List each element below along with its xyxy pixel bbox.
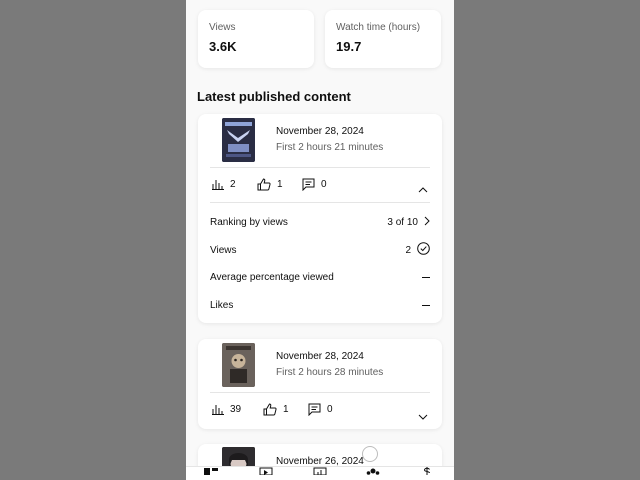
bottom-nav — [186, 466, 454, 480]
ranking-value: 3 of 10 — [387, 216, 418, 228]
views-stat-card[interactable]: Views 3.6K — [198, 10, 314, 68]
chevron-down-icon[interactable] — [418, 407, 428, 425]
divider — [210, 202, 430, 203]
content-icon[interactable] — [259, 462, 273, 480]
views-row-label: Views — [210, 244, 237, 256]
watch-time-stat-value: 19.7 — [336, 39, 362, 54]
check-circle-icon — [417, 242, 430, 258]
views-row-value: 2 — [405, 244, 411, 256]
content-card[interactable]: November 28, 2024 First 2 hours 21 minut… — [198, 114, 442, 323]
ranking-row[interactable]: Ranking by views 3 of 10 — [210, 215, 430, 229]
views-stat-value: 3.6K — [209, 39, 237, 54]
chevron-right-icon — [424, 216, 430, 229]
video-duration-window: First 2 hours 28 minutes — [276, 367, 384, 378]
comments-count: 0 — [321, 179, 327, 190]
earn-icon[interactable] — [422, 462, 432, 480]
empty-value-dash — [422, 304, 430, 306]
thumb-up-icon — [263, 403, 277, 416]
divider — [210, 392, 430, 393]
comment-icon — [302, 178, 315, 191]
community-icon[interactable] — [366, 462, 380, 480]
comments-metric: 0 — [308, 403, 333, 416]
bar-chart-icon — [212, 178, 224, 190]
bar-chart-icon — [212, 403, 224, 415]
analytics-screen: Views 3.6K Watch time (hours) 19.7 Lates… — [186, 0, 454, 480]
views-row: Views 2 — [210, 242, 430, 258]
content-card[interactable]: November 28, 2024 First 2 hours 28 minut… — [198, 339, 442, 429]
comments-count: 0 — [327, 404, 333, 415]
ranking-label: Ranking by views — [210, 216, 288, 228]
views-metric: 2 — [212, 178, 236, 190]
views-stat-label: Views — [209, 22, 236, 33]
video-thumbnail[interactable] — [222, 343, 255, 387]
likes-metric: 1 — [263, 403, 289, 416]
avg-viewed-label: Average percentage viewed — [210, 271, 334, 283]
watch-time-stat-label: Watch time (hours) — [336, 22, 421, 33]
empty-value-dash — [422, 276, 430, 278]
video-date: November 28, 2024 — [276, 126, 364, 137]
loading-spinner-icon — [362, 446, 378, 462]
video-thumbnail[interactable] — [222, 118, 255, 162]
views-count: 2 — [230, 178, 236, 190]
likes-metric: 1 — [257, 178, 283, 191]
analytics-icon[interactable] — [313, 462, 327, 480]
dashboard-icon[interactable] — [204, 462, 218, 480]
comments-metric: 0 — [302, 178, 327, 191]
likes-row-label: Likes — [210, 299, 234, 311]
chevron-up-icon[interactable] — [418, 180, 428, 198]
watch-time-stat-card[interactable]: Watch time (hours) 19.7 — [325, 10, 441, 68]
thumb-up-icon — [257, 178, 271, 191]
section-title: Latest published content — [197, 89, 351, 104]
divider — [210, 167, 430, 168]
views-metric: 39 — [212, 403, 241, 415]
avg-viewed-row: Average percentage viewed — [210, 270, 430, 284]
video-duration-window: First 2 hours 21 minutes — [276, 142, 384, 153]
likes-count: 1 — [277, 179, 283, 190]
likes-count: 1 — [283, 404, 289, 415]
likes-row: Likes — [210, 298, 430, 312]
video-date: November 28, 2024 — [276, 351, 364, 362]
comment-icon — [308, 403, 321, 416]
views-count: 39 — [230, 403, 242, 415]
